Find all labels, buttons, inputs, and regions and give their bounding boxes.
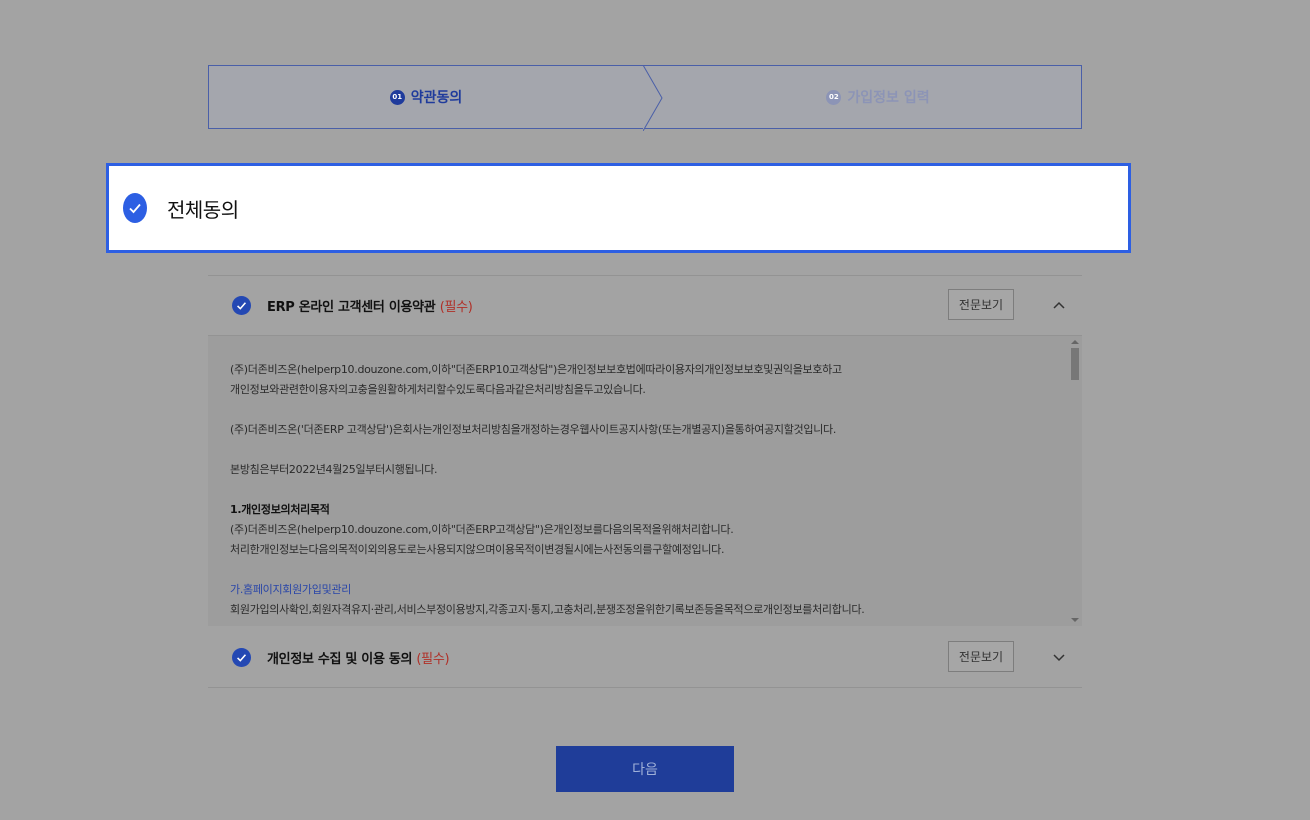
scrollbar[interactable] <box>1070 340 1080 622</box>
terms-paragraph: (주)더존비즈온(helperp10.douzone.com,이하"더존ERP고… <box>230 523 734 536</box>
next-button[interactable]: 다음 <box>556 746 734 792</box>
step-number-badge: 02 <box>826 89 842 105</box>
terms-content-box[interactable]: (주)더존비즈온(helperp10.douzone.com,이하"더존ERP1… <box>208 336 1082 626</box>
step-number-badge: 01 <box>389 89 405 105</box>
chevron-up-icon[interactable] <box>1051 297 1067 313</box>
chevron-down-icon[interactable] <box>1051 649 1067 665</box>
terms-paragraph: 개인정보와관련한이용자의고충을원활하게처리할수있도록다음과같은처리방침을두고있습… <box>230 383 646 396</box>
scrollbar-thumb[interactable] <box>1071 348 1079 380</box>
term-row-privacy[interactable]: 개인정보 수집 및 이용 동의 (필수) 전문보기 <box>208 627 1082 687</box>
terms-text: (주)더존비즈온(helperp10.douzone.com,이하"더존ERP1… <box>230 360 1050 620</box>
terms-paragraph: 본방침은부터2022년4월25일부터시행됩니다. <box>230 463 438 476</box>
check-circle-icon[interactable] <box>123 193 147 223</box>
terms-paragraph: (주)더존비즈온('더존ERP 고객상담')은회사는개인정보처리방침을개정하는경… <box>230 423 837 436</box>
term-title: ERP 온라인 고객센터 이용약관 (필수) <box>267 296 473 315</box>
all-agree-label: 전체동의 <box>167 197 239 222</box>
terms-paragraph: (주)더존비즈온(helperp10.douzone.com,이하"더존ERP1… <box>230 363 842 376</box>
term-row-erp-usage[interactable]: ERP 온라인 고객센터 이용약관 (필수) 전문보기 <box>208 275 1082 335</box>
view-full-button[interactable]: 전문보기 <box>948 289 1014 320</box>
scroll-down-arrow-icon[interactable] <box>1071 618 1079 622</box>
step-signup-info: 02 가입정보 입력 <box>673 66 1083 128</box>
scroll-up-arrow-icon[interactable] <box>1071 340 1079 344</box>
step-label: 약관동의 <box>410 90 463 106</box>
required-badge: (필수) <box>439 299 473 315</box>
terms-paragraph: 처리한개인정보는다음의목적이외의용도로는사용되지않으며이용목적이변경될시에는사전… <box>230 543 725 556</box>
terms-heading: 1.개인정보의처리목적 <box>230 503 330 516</box>
view-full-button[interactable]: 전문보기 <box>948 641 1014 672</box>
signup-stepper: 01 약관동의 02 가입정보 입력 <box>208 65 1083 131</box>
check-circle-icon[interactable] <box>232 295 251 315</box>
terms-paragraph: 회원가입의사확인,회원자격유지·관리,서비스부정이용방지,각종고지·통지,고충처… <box>230 603 865 616</box>
step-terms-agreement: 01 약관동의 <box>209 66 643 128</box>
step-label: 가입정보 입력 <box>847 90 930 106</box>
all-agree-row[interactable]: 전체동의 <box>106 163 1131 253</box>
divider <box>208 687 1082 688</box>
term-title-text: 개인정보 수집 및 이용 동의 <box>267 651 413 667</box>
term-title-text: ERP 온라인 고객센터 이용약관 <box>267 299 436 315</box>
term-title: 개인정보 수집 및 이용 동의 (필수) <box>267 648 450 667</box>
required-badge: (필수) <box>416 651 450 667</box>
terms-subheading: 가.홈페이지회원가입및관리 <box>230 583 352 596</box>
check-circle-icon[interactable] <box>232 647 251 667</box>
step-arrow-icon <box>643 65 663 131</box>
